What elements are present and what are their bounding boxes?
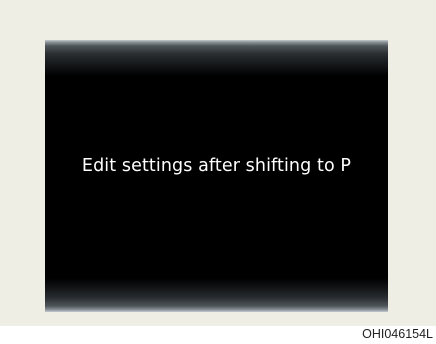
figure-code-label: OHI046154L <box>362 327 433 341</box>
figure-frame: Edit settings after shifting to P <box>0 0 436 326</box>
display-message: Edit settings after shifting to P <box>81 156 352 176</box>
display-top-bar <box>45 40 388 76</box>
display-bottom-bar <box>45 278 388 312</box>
cluster-display-screen: Edit settings after shifting to P <box>45 40 388 312</box>
